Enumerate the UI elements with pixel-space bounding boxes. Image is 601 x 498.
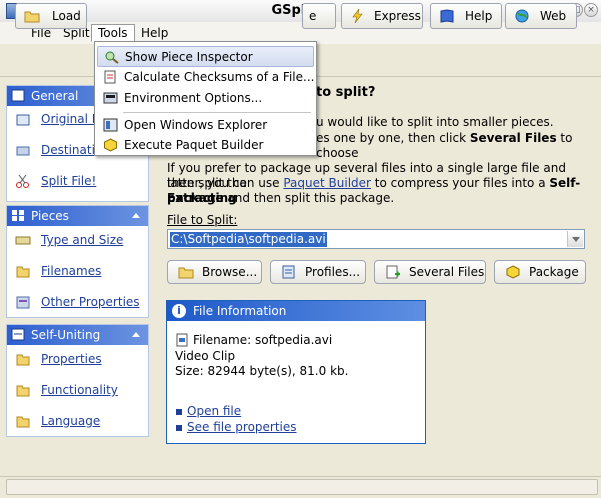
- menu-item-open-windows-explorer[interactable]: Open Windows Explorer: [97, 115, 314, 136]
- load-button[interactable]: Load: [15, 3, 87, 29]
- explorer-icon: [103, 118, 118, 132]
- magnifier-piece-icon: [105, 51, 119, 64]
- add-files-icon: [386, 265, 400, 279]
- profiles-button[interactable]: Profiles...: [270, 260, 366, 284]
- menu-item-calculate-checksums[interactable]: Calculate Checksums of a File...: [97, 67, 314, 88]
- status-pane: [6, 479, 598, 495]
- save-button-partial[interactable]: e: [302, 3, 336, 29]
- menu-separator: [123, 112, 311, 113]
- general-icon: [11, 89, 25, 102]
- page-title: to split?: [316, 85, 376, 100]
- properties-gear-icon: [16, 354, 30, 366]
- options-icon: [103, 92, 118, 104]
- globe-icon: [515, 9, 529, 23]
- package-icon: [104, 138, 117, 152]
- properties-icon: [16, 296, 30, 309]
- help-book-icon: [440, 9, 454, 23]
- file-icon: [16, 114, 30, 126]
- menu-item-show-piece-inspector[interactable]: Show Piece Inspector: [97, 46, 314, 67]
- panel-self-uniting-header[interactable]: Self-Uniting: [7, 325, 148, 345]
- web-button[interactable]: Web: [505, 3, 577, 29]
- close-button[interactable]: ×: [584, 3, 598, 17]
- menu-item-execute-paquet-builder[interactable]: Execute Paquet Builder: [97, 135, 314, 156]
- intro-text-line1: u would like to split into smaller piece…: [316, 115, 554, 129]
- functionality-icon: [16, 385, 30, 397]
- intro-text-line2: es one by one, then click Several Files …: [316, 131, 573, 160]
- menu-item-environment-options[interactable]: Environment Options...: [97, 88, 314, 109]
- package-button[interactable]: Package: [494, 260, 586, 284]
- file-size-text: Size: 82944 byte(s), 81.0 kb.: [175, 364, 349, 378]
- file-name-text: Filename: softpedia.avi: [193, 333, 333, 347]
- tools-dropdown-menu: Show Piece Inspector Calculate Checksums…: [94, 41, 317, 156]
- profiles-icon: [282, 265, 295, 279]
- open-file-link[interactable]: Open file: [187, 404, 241, 418]
- ruler-icon: [15, 236, 31, 245]
- collapse-chevron-icon[interactable]: [132, 213, 140, 218]
- info-icon: i: [172, 304, 186, 318]
- several-files-button[interactable]: Several Files: [374, 260, 486, 284]
- see-file-properties-link[interactable]: See file properties: [187, 420, 297, 434]
- folder-icon: [24, 11, 40, 23]
- panel-pieces-header[interactable]: Pieces: [7, 206, 148, 226]
- self-uniting-icon: [11, 328, 25, 341]
- folder-open-icon: [178, 267, 194, 279]
- file-to-split-label: File to Split:: [167, 213, 238, 227]
- panel-pieces: Pieces Type and Size Filenames Other Pro…: [6, 205, 149, 318]
- lightning-icon: [352, 9, 363, 23]
- paquet-builder-link[interactable]: Paquet Builder: [283, 176, 371, 190]
- file-information-panel: i File Information Filename: softpedia.a…: [166, 300, 426, 444]
- filenames-icon: [16, 266, 30, 278]
- language-icon: [16, 416, 30, 428]
- package-box-icon: [506, 265, 520, 279]
- menu-tools[interactable]: Tools: [91, 24, 135, 42]
- dropdown-arrow-icon[interactable]: [567, 231, 583, 247]
- package-text-line3: package and then split this package.: [167, 191, 395, 205]
- bullet-icon: [176, 409, 182, 415]
- video-file-icon: [176, 333, 188, 347]
- file-information-header: i File Information: [167, 301, 425, 321]
- file-to-split-combobox[interactable]: C:\Softpedia\softpedia.avi: [167, 229, 585, 249]
- express-button[interactable]: Express: [341, 3, 423, 29]
- file-type-text: Video Clip: [175, 349, 236, 363]
- checksum-icon: [104, 70, 116, 84]
- destination-icon: [16, 146, 30, 156]
- pieces-icon: [12, 210, 24, 221]
- panel-self-uniting: Self-Uniting Properties Functionality La…: [6, 324, 149, 437]
- file-to-split-value[interactable]: C:\Softpedia\softpedia.avi: [170, 232, 327, 247]
- bullet-icon: [176, 425, 182, 431]
- menu-help[interactable]: Help: [134, 24, 175, 42]
- collapse-chevron-icon[interactable]: [132, 332, 140, 337]
- browse-button[interactable]: Browse...: [167, 260, 262, 284]
- scissors-icon: [16, 174, 29, 188]
- help-button[interactable]: Help: [430, 3, 502, 29]
